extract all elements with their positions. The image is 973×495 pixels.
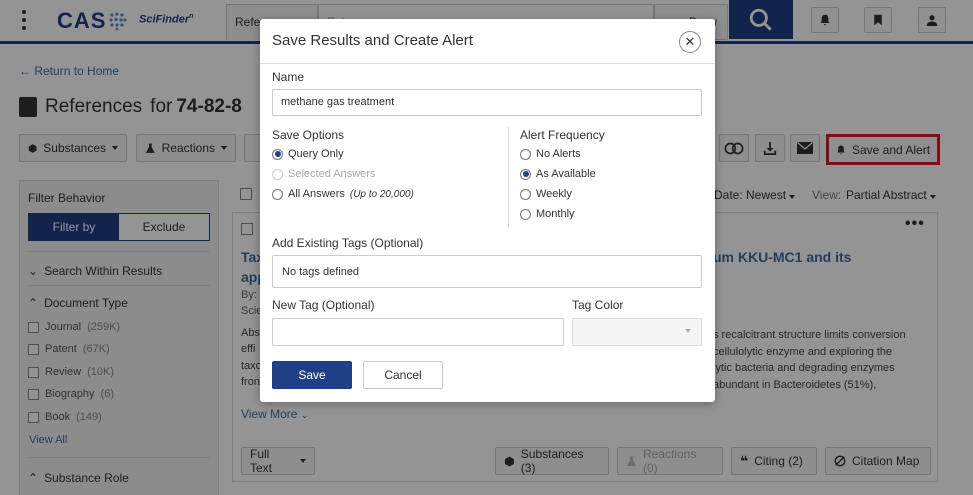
weekly-label: Weekly: [536, 188, 572, 200]
save-options-label: Save Options: [272, 128, 345, 142]
no-alerts-label: No Alerts: [536, 148, 581, 160]
as-available-label: As Available: [536, 168, 596, 180]
selected-answers-label: Selected Answers: [288, 168, 376, 180]
chevron-down-icon: [685, 329, 691, 333]
radio-button[interactable]: [520, 168, 531, 180]
radio-button[interactable]: [272, 148, 283, 160]
all-answers-label: All Answers: [288, 188, 345, 200]
name-label: Name: [272, 70, 305, 84]
save-button[interactable]: Save: [272, 361, 352, 389]
close-icon: ✕: [684, 34, 696, 49]
tag-color-select[interactable]: [572, 318, 702, 346]
radio-button[interactable]: [520, 148, 531, 160]
save-alert-dialog: Save Results and Create Alert ✕ Name met…: [260, 19, 715, 402]
query-only-label: Query Only: [288, 148, 344, 160]
all-answers-note: (Up to 20,000): [349, 188, 414, 200]
monthly-label: Monthly: [536, 208, 575, 220]
alert-frequency-label: Alert Frequency: [520, 128, 605, 142]
dialog-title: Save Results and Create Alert: [272, 32, 473, 49]
no-alerts-radio[interactable]: No Alerts: [520, 148, 581, 160]
dialog-header: Save Results and Create Alert ✕: [260, 19, 715, 64]
cancel-button[interactable]: Cancel: [363, 361, 443, 389]
existing-tags-label: Add Existing Tags (Optional): [272, 236, 424, 250]
radio-button[interactable]: [520, 208, 531, 220]
as-available-radio[interactable]: As Available: [520, 168, 596, 180]
radio-button[interactable]: [272, 168, 283, 180]
new-tag-label: New Tag (Optional): [272, 298, 375, 312]
radio-button[interactable]: [520, 188, 531, 200]
tag-color-label: Tag Color: [572, 298, 624, 312]
query-only-radio[interactable]: Query Only: [272, 148, 344, 160]
name-input[interactable]: methane gas treatment: [272, 89, 702, 116]
radio-button[interactable]: [272, 188, 283, 200]
existing-tags-field[interactable]: No tags defined: [272, 255, 702, 288]
monthly-radio[interactable]: Monthly: [520, 208, 575, 220]
selected-answers-radio[interactable]: Selected Answers: [272, 168, 375, 180]
divider: [508, 127, 509, 227]
new-tag-input[interactable]: [272, 318, 564, 346]
all-answers-radio[interactable]: All Answers (Up to 20,000): [272, 188, 414, 200]
close-button[interactable]: ✕: [679, 31, 701, 53]
weekly-radio[interactable]: Weekly: [520, 188, 572, 200]
